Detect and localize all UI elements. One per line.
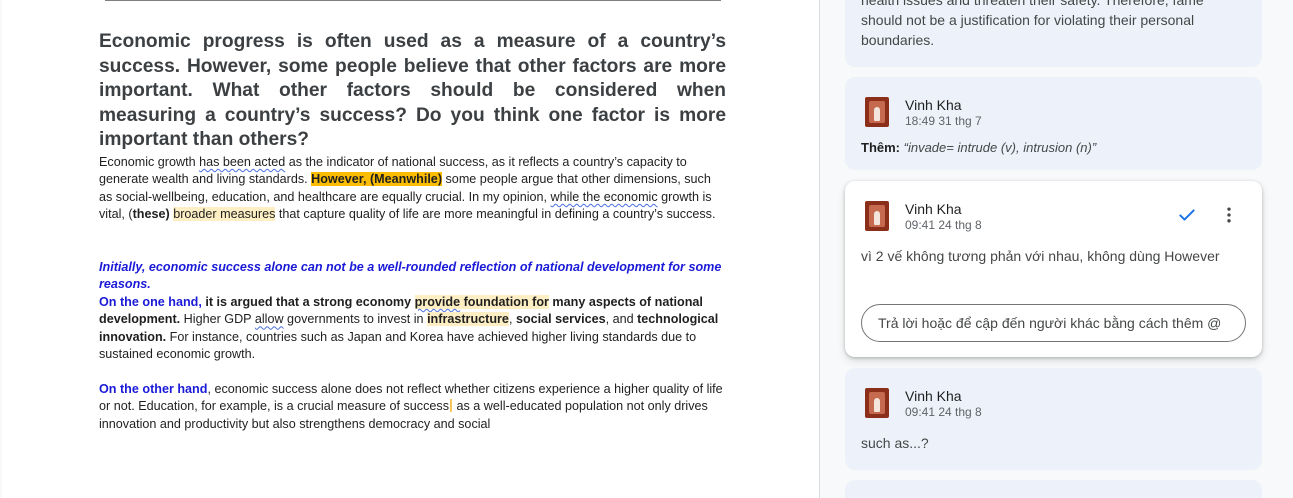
avatar	[865, 388, 889, 418]
comment-card-such-as[interactable]: Vinh Kha 09:41 24 thg 8 such as...?	[845, 368, 1262, 470]
intro-paragraph: Economic growth has been acted as the in…	[99, 154, 716, 222]
resolve-button[interactable]	[1175, 203, 1199, 227]
body-paragraph-1: Initially, economic success alone can no…	[99, 259, 722, 362]
essay-prompt: Economic progress is often used as a mea…	[99, 31, 726, 151]
comment-time: 18:49 31 thg 7	[905, 114, 982, 128]
comment-highlight-provide[interactable]: provide foundation for	[414, 294, 549, 309]
comment-text: vì 2 vế không tương phản với nhau, không…	[861, 248, 1220, 264]
avatar	[865, 201, 889, 231]
comment-time: 09:41 24 thg 8	[905, 218, 982, 232]
suggestion-text: Thêm: “invade= intrude (v), intrusion (n…	[861, 140, 1097, 155]
comment-author: Vinh Kha	[905, 201, 962, 217]
reply-input[interactable]: Trả lời hoặc để cập đến người khác bằng …	[861, 304, 1246, 342]
comment-highlight-broader[interactable]: broader measures	[173, 207, 276, 222]
more-options-button[interactable]	[1217, 203, 1241, 227]
comment-card-previous[interactable]: health issues and threaten their safety.…	[845, 0, 1262, 67]
document-page[interactable]: Economic progress is often used as a mea…	[2, 0, 820, 498]
comment-highlight-infrastructure[interactable]: infrastructure	[427, 312, 509, 327]
comment-card-next[interactable]	[845, 480, 1262, 498]
document-content[interactable]: Economic progress is often used as a mea…	[99, 30, 726, 433]
comment-text: health issues and threaten their safety.…	[861, 0, 1204, 48]
comment-author: Vinh Kha	[905, 97, 962, 113]
comment-text: such as...?	[861, 435, 929, 451]
grammar-mark[interactable]: while the economic	[551, 190, 658, 204]
comment-anchor-mark[interactable]	[450, 399, 452, 413]
comment-card-active[interactable]: Vinh Kha 09:41 24 thg 8 vì 2 vế không tư…	[845, 181, 1262, 357]
topic-sentence: Initially, economic success alone can no…	[99, 259, 722, 292]
grammar-mark-allow[interactable]: allow	[255, 312, 284, 326]
body-paragraph-2: On the other hand, economic success alon…	[99, 381, 723, 431]
comment-card-suggestion[interactable]: Vinh Kha 18:49 31 thg 7 Thêm: “invade= i…	[845, 77, 1262, 170]
comment-highlight-however[interactable]: However, (Meanwhile)	[311, 172, 443, 187]
more-vert-icon	[1227, 207, 1231, 223]
table-border-line	[105, 0, 721, 1]
comment-author: Vinh Kha	[905, 388, 962, 404]
avatar	[865, 97, 889, 127]
check-icon	[1179, 209, 1195, 221]
comment-time: 09:41 24 thg 8	[905, 405, 982, 419]
spelling-mark[interactable]: has been acted	[199, 155, 285, 169]
